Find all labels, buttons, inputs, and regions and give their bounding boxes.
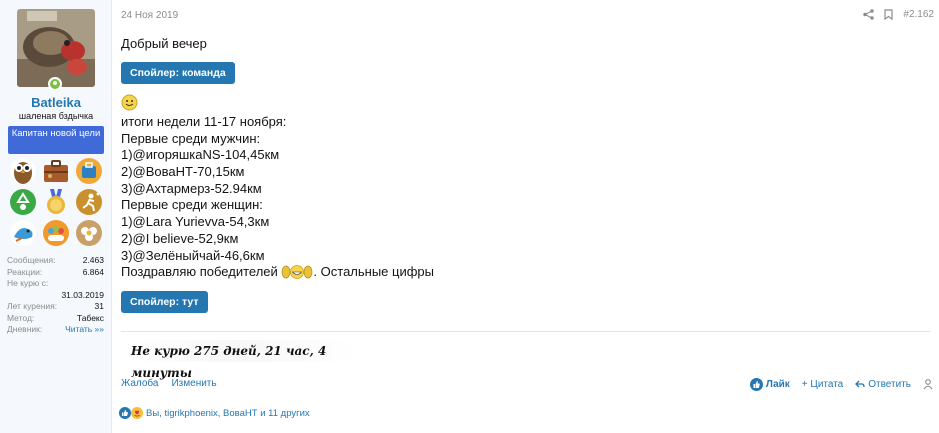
bookmark-icon[interactable]	[884, 9, 894, 20]
thumbs-up-icon	[749, 378, 763, 391]
reactions-bar[interactable]: Вы, tigrikphoenix, ВоваНТ и 11 других	[119, 407, 310, 419]
congrats-prefix: Поздравляю победителей	[121, 264, 278, 280]
stat-diary: Дневник: Читать »»	[7, 324, 104, 334]
diary-link[interactable]: Читать »»	[65, 324, 104, 334]
smile-icon	[121, 94, 138, 111]
love-reaction-icon	[131, 407, 143, 419]
username[interactable]: Batleika	[0, 95, 112, 110]
reply-arrow-icon	[855, 380, 865, 388]
avatar[interactable]	[17, 9, 95, 87]
signature-divider	[121, 331, 931, 332]
user-banner: Капитан новой цели	[8, 126, 104, 154]
results-line: 2)@I believe-52,9км	[121, 230, 239, 246]
post-footer: Жалоба Изменить Лайк + Цитата Ответить	[121, 378, 933, 394]
runner-icon[interactable]	[74, 188, 104, 216]
share-icon[interactable]	[863, 9, 875, 20]
like-reaction-icon	[119, 407, 131, 419]
stat-messages: Сообщения: 2.463	[7, 255, 104, 265]
user-icon[interactable]	[923, 379, 933, 390]
results-line: 3)@Зелёныйчай-46,6км	[121, 247, 265, 263]
congrats-line: Поздравляю победителей . Остальные цифры	[121, 264, 434, 281]
stat-quit-date: Не курю с: 31.03.2019	[7, 278, 104, 300]
post-number[interactable]: #2.162	[903, 9, 934, 20]
results-line: Первые среди мужчин:	[121, 130, 261, 146]
user-title: шаленая бздычка	[18, 111, 94, 121]
results-line: 3)@Ахтармерз-52.94км	[121, 180, 262, 196]
footer-left-actions: Жалоба Изменить	[121, 378, 217, 389]
post-date[interactable]: 24 Ноя 2019	[121, 10, 178, 21]
results-text: итоги недели 11-17 ноября: Первые среди …	[121, 114, 434, 281]
signature-counter: Не курю 275 дней, 21 час, 4 минуты	[127, 340, 355, 380]
edit-link[interactable]: Изменить	[171, 378, 216, 389]
greeting-text: Добрый вечер	[121, 36, 207, 51]
reaction-icons	[119, 407, 143, 419]
stat-method: Метод: Табекс	[7, 312, 104, 323]
reply-button[interactable]: Ответить	[855, 379, 911, 390]
suitcase-icon[interactable]	[41, 157, 71, 185]
reactions-list[interactable]: Вы, tigrikphoenix, ВоваНТ и 11 других	[146, 408, 310, 419]
applause-emoji-icon	[282, 265, 313, 280]
post-actions-top: #2.162	[863, 9, 934, 20]
baggage-icon[interactable]	[74, 157, 104, 185]
like-button[interactable]: Лайк	[749, 378, 790, 391]
medal-icon[interactable]	[41, 188, 71, 216]
spoiler-here-button[interactable]: Спойлер: тут	[121, 291, 208, 313]
trophy-grid	[8, 157, 104, 247]
congrats-suffix: . Остальные цифры	[313, 264, 434, 280]
recycle-icon[interactable]	[8, 188, 38, 216]
spoiler-team-button[interactable]: Спойлер: команда	[121, 62, 235, 84]
stat-reactions: Реакции: 6.864	[7, 266, 104, 277]
online-status-icon	[48, 77, 62, 91]
user-sidebar: Batleika шаленая бздычка Капитан новой ц…	[0, 0, 112, 433]
post-content: Добрый вечер Спойлер: команда итоги неде…	[121, 36, 931, 313]
post-main: 24 Ноя 2019 #2.162 Добрый вечер Спойлер:…	[113, 0, 939, 433]
stat-years-smoking: Лет курения: 31	[7, 301, 104, 311]
report-link[interactable]: Жалоба	[121, 378, 158, 389]
flower-icon[interactable]	[74, 219, 104, 247]
crowd-icon[interactable]	[41, 219, 71, 247]
results-line: 2)@ВоваНТ-70,15км	[121, 164, 245, 180]
quote-link[interactable]: + Цитата	[802, 379, 843, 390]
footer-right-actions: Лайк + Цитата Ответить	[749, 378, 933, 391]
post-message: Batleika шаленая бздычка Капитан новой ц…	[0, 0, 939, 433]
bird-icon[interactable]	[8, 219, 38, 247]
user-stats: Сообщения: 2.463 Реакции: 6.864 Не курю …	[7, 255, 104, 336]
results-line: итоги недели 11-17 ноября:	[121, 114, 287, 129]
results-line: 1)@игоряшкаNS-104,45км	[121, 147, 280, 163]
owl-icon[interactable]	[8, 157, 38, 185]
results-line: 1)@Lara Yurievva-54,3км	[121, 214, 270, 230]
results-line: Первые среди женщин:	[121, 197, 263, 213]
